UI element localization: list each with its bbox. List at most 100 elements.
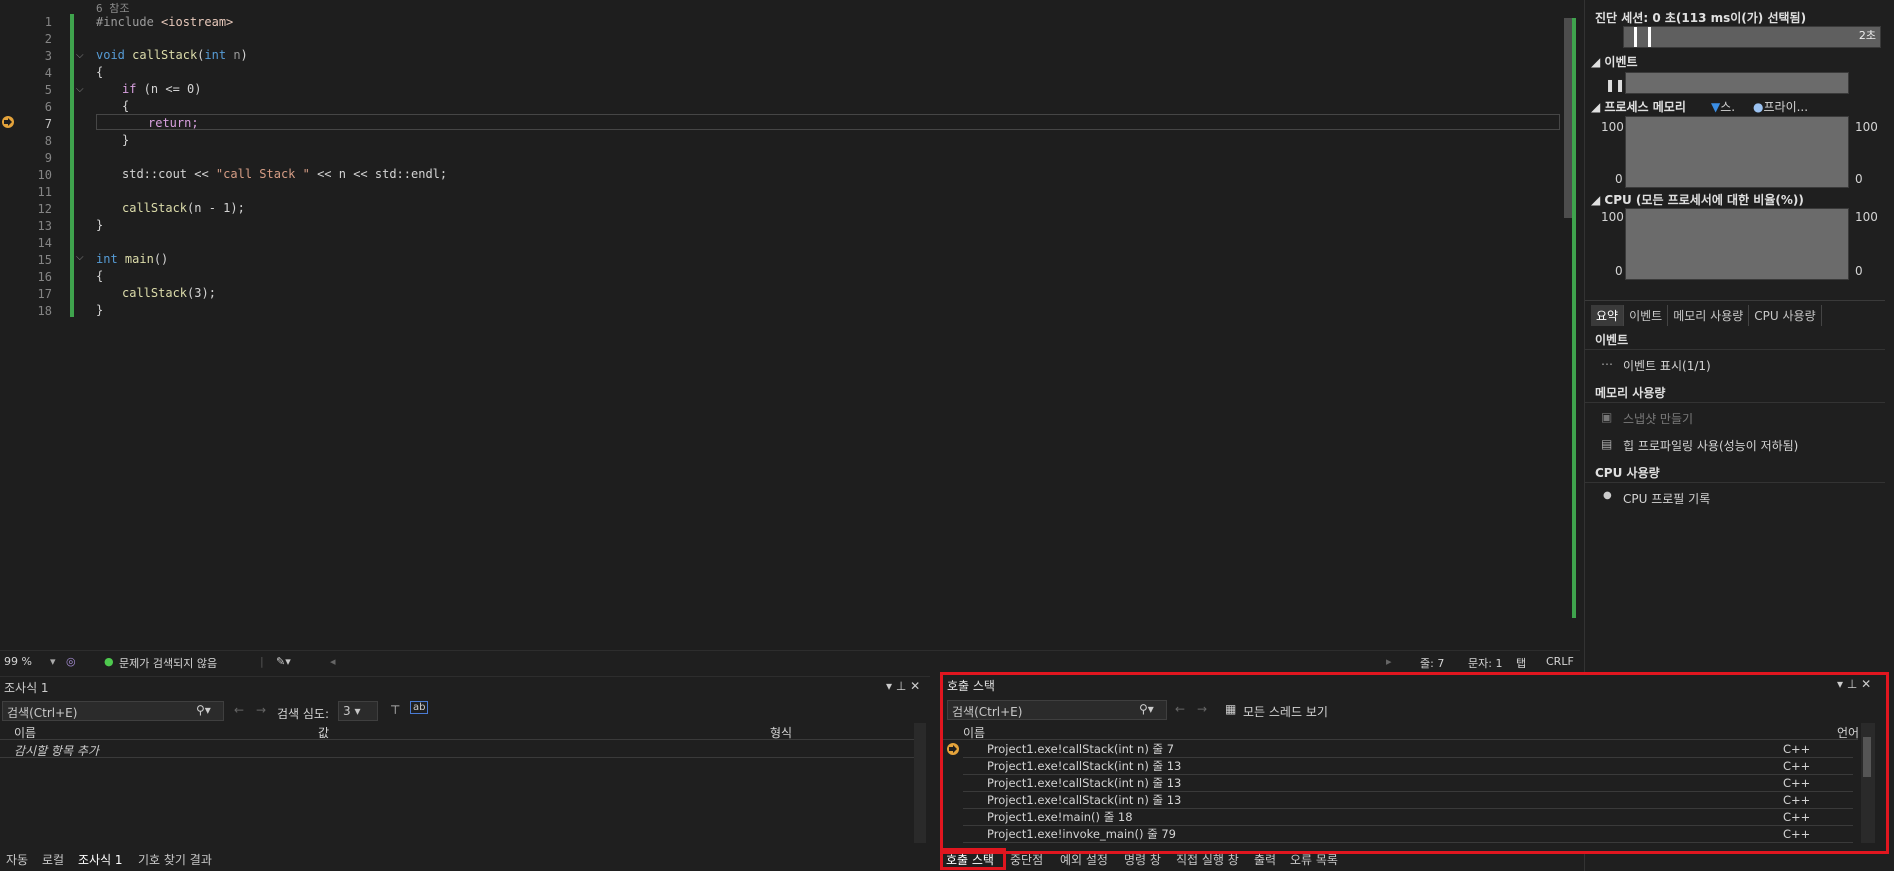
- line-number: 17: [37, 287, 52, 301]
- tab-cpu-usage[interactable]: CPU 사용량: [1749, 305, 1822, 326]
- editor-vertical-scrollbar[interactable]: [1560, 0, 1578, 650]
- line-indicator[interactable]: 줄: 7: [1420, 655, 1444, 671]
- forward-arrow-icon[interactable]: →: [1197, 702, 1207, 716]
- col-value[interactable]: 값: [318, 724, 329, 741]
- scrollbar-thumb[interactable]: [1564, 18, 1572, 218]
- add-watch-item[interactable]: 감시할 항목 추가: [14, 742, 99, 759]
- timeline-selection-end[interactable]: [1648, 27, 1651, 47]
- tab-find-symbol-results[interactable]: 기호 찾기 결과: [138, 851, 212, 868]
- callstack-search-input[interactable]: 검색(Ctrl+E): [947, 700, 1167, 720]
- code-editor[interactable]: 6 참조 1 2 3 4 5 6 7 8 9 10 11 12 13 14 15 16 17 18 ⌵ ⌵ ⌵ #…: [0, 0, 1580, 650]
- record-cpu-profile-button[interactable]: CPU 프로필 기록: [1623, 490, 1710, 507]
- tab-breakpoints[interactable]: 중단점: [1010, 851, 1043, 868]
- callstack-row[interactable]: Project1.exe!callStack(int n) 줄 13 C++: [963, 758, 1853, 775]
- line-number: 1: [44, 15, 52, 29]
- window-controls[interactable]: ▾ ⊥ ✕: [1837, 677, 1871, 691]
- col-name[interactable]: 이름: [963, 724, 985, 741]
- line-number: 3: [44, 49, 52, 63]
- code-line-4: {: [96, 65, 104, 79]
- watch-add-row[interactable]: 감시할 항목 추가: [0, 741, 920, 758]
- tab-memory-usage[interactable]: 메모리 사용량: [1668, 305, 1750, 326]
- events-header[interactable]: ◢ 이벤트: [1591, 53, 1638, 70]
- threads-icon[interactable]: ▦: [1225, 702, 1236, 716]
- tab-summary[interactable]: 요약: [1591, 305, 1625, 326]
- line-ending-indicator[interactable]: CRLF: [1546, 655, 1574, 668]
- search-icon[interactable]: ⚲▾: [1139, 702, 1154, 716]
- forward-arrow-icon[interactable]: →: [256, 703, 266, 717]
- scroll-left-icon[interactable]: ◂: [330, 655, 336, 668]
- tab-immediate-window[interactable]: 직접 실행 창: [1176, 851, 1239, 868]
- tab-locals[interactable]: 로컬: [42, 851, 64, 868]
- line-number: 6: [44, 100, 52, 114]
- scrollbar-thumb[interactable]: [1863, 737, 1871, 777]
- code-line-6: {: [122, 99, 130, 113]
- record-icon: ●: [1603, 490, 1612, 501]
- fold-chevron-icon[interactable]: ⌵: [76, 84, 84, 95]
- tab-watch-1[interactable]: 조사식 1: [78, 851, 123, 868]
- zoom-level[interactable]: 99 %: [4, 655, 32, 668]
- issues-status[interactable]: 문제가 검색되지 않음: [119, 655, 217, 671]
- watch-scrollbar[interactable]: [914, 723, 926, 843]
- search-depth-select[interactable]: 3 ▾: [338, 701, 378, 721]
- events-list-icon: ⋯: [1601, 357, 1613, 371]
- show-all-threads-button[interactable]: 모든 스레드 보기: [1243, 703, 1328, 720]
- window-controls[interactable]: ▾ ⊥ ✕: [886, 679, 920, 693]
- callstack-row[interactable]: Project1.exe!callStack(int n) 줄 7 C++: [963, 741, 1853, 758]
- copilot-icon[interactable]: ◎: [66, 655, 76, 668]
- current-frame-arrow-icon: [947, 743, 959, 755]
- back-arrow-icon[interactable]: ←: [234, 703, 244, 717]
- callstack-row[interactable]: Project1.exe!callStack(int n) 줄 13 C++: [963, 775, 1853, 792]
- col-name[interactable]: 이름: [14, 724, 36, 741]
- callstack-row[interactable]: Project1.exe!callStack(int n) 줄 13 C++: [963, 792, 1853, 809]
- events-timeline[interactable]: [1625, 72, 1849, 94]
- heap-profiling-toggle[interactable]: 힙 프로파일링 사용(성능이 저하됨): [1623, 437, 1798, 454]
- tab-error-list[interactable]: 오류 목록: [1290, 851, 1338, 868]
- scroll-right-icon[interactable]: ▸: [1386, 655, 1392, 668]
- tab-indicator[interactable]: 탭: [1516, 655, 1526, 671]
- memory-header[interactable]: ◢ 프로세스 메모리: [1591, 98, 1686, 115]
- timeline-selection-start[interactable]: [1634, 27, 1637, 47]
- back-arrow-icon[interactable]: ←: [1175, 702, 1185, 716]
- col-type[interactable]: 형식: [770, 724, 792, 741]
- code-line-17: callStack(3);: [122, 286, 216, 300]
- zoom-dropdown-icon[interactable]: ▾: [50, 655, 56, 668]
- line-number: 8: [44, 134, 52, 148]
- watch-search-input[interactable]: 검색(Ctrl+E): [2, 701, 224, 721]
- tab-exception-settings[interactable]: 예외 설정: [1060, 851, 1108, 868]
- memory-chart[interactable]: [1625, 116, 1849, 188]
- show-events-link[interactable]: 이벤트 표시(1/1): [1623, 357, 1711, 374]
- frame-name: Project1.exe!callStack(int n) 줄 13: [987, 759, 1182, 773]
- tab-output[interactable]: 출력: [1254, 851, 1276, 868]
- pause-icon[interactable]: ❚❚: [1605, 78, 1625, 92]
- fold-chevron-icon[interactable]: ⌵: [76, 50, 84, 61]
- cpu-header[interactable]: ◢ CPU (모든 프로세서에 대한 비율(%)): [1591, 191, 1804, 208]
- breakpoint-gutter[interactable]: [0, 0, 16, 650]
- frame-language: C++: [1783, 827, 1811, 841]
- pin-icon[interactable]: ⊤: [390, 703, 400, 717]
- take-snapshot-button[interactable]: 스냅샷 만들기: [1623, 410, 1693, 427]
- tab-events[interactable]: 이벤트: [1624, 305, 1669, 326]
- frame-language: C++: [1783, 810, 1811, 824]
- line-number: 2: [44, 32, 52, 46]
- callstack-row[interactable]: Project1.exe!invoke_main() 줄 79 C++: [963, 826, 1853, 843]
- callstack-header-row: 이름 언어: [943, 723, 1859, 741]
- col-language[interactable]: 언어: [1837, 724, 1859, 741]
- timeline-ruler[interactable]: 2초: [1623, 26, 1881, 48]
- hex-display-icon[interactable]: ab: [410, 701, 429, 714]
- frame-name: Project1.exe!callStack(int n) 줄 13: [987, 776, 1182, 790]
- memory-axis-max: 100: [1601, 120, 1624, 134]
- fold-chevron-icon[interactable]: ⌵: [76, 252, 84, 263]
- tab-call-stack[interactable]: 호출 스택: [946, 851, 994, 868]
- callstack-scrollbar[interactable]: [1861, 723, 1875, 843]
- check-circle-icon: ●: [104, 655, 114, 668]
- callstack-row[interactable]: Project1.exe!main() 줄 18 C++: [963, 809, 1853, 826]
- tab-command-window[interactable]: 명령 창: [1124, 851, 1161, 868]
- char-indicator[interactable]: 문자: 1: [1468, 655, 1502, 671]
- camera-icon: ▣: [1601, 410, 1613, 424]
- code-line-8: }: [122, 133, 130, 147]
- cleanup-brush-icon[interactable]: ✎▾: [276, 655, 291, 668]
- line-number: 11: [37, 185, 52, 199]
- cpu-chart[interactable]: [1625, 208, 1849, 280]
- search-icon[interactable]: ⚲▾: [196, 703, 211, 717]
- tab-autos[interactable]: 자동: [6, 851, 28, 868]
